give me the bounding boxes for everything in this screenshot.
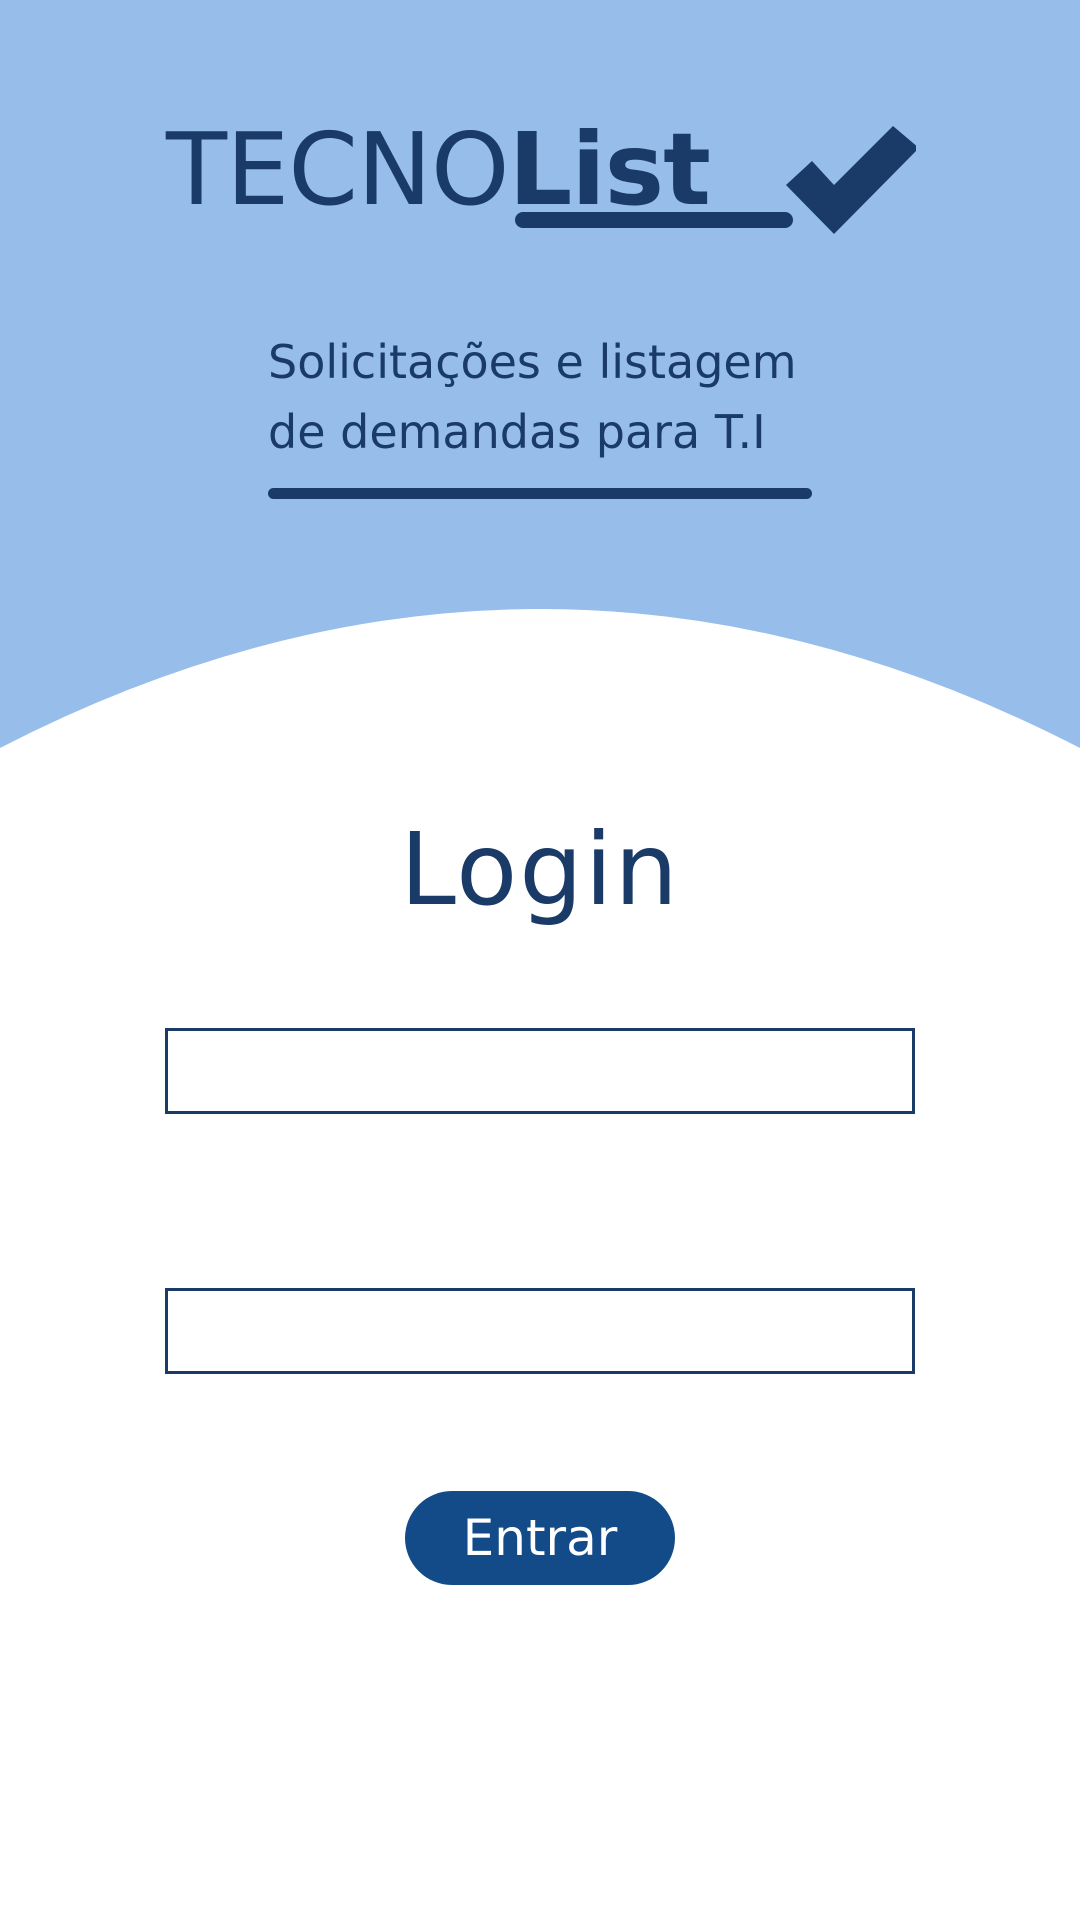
logo-underline [515,212,793,228]
check-icon [786,126,916,234]
logo-text-light: TECNO [166,111,510,228]
logo-text-bold: List [508,111,711,228]
login-title: Login [400,811,680,928]
username-field [165,1028,915,1114]
subtitle-line-2: de demandas para T.I [268,405,766,459]
enter-button[interactable]: Entrar [405,1491,675,1585]
subtitle-line-1: Solicitações e listagem [268,335,797,389]
subtitle-underline [268,488,812,499]
app-subtitle: Solicitações e listagem de demandas para… [268,327,828,467]
app-logo: TECNOList [166,105,926,245]
password-input[interactable] [168,1291,912,1371]
username-input[interactable] [168,1031,912,1111]
password-field [165,1288,915,1374]
